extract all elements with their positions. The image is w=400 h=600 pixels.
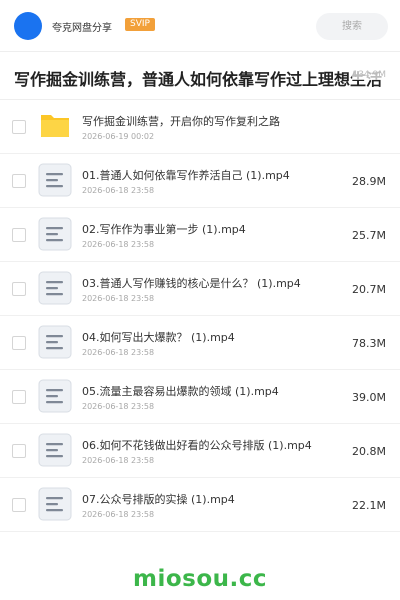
folder-row[interactable]: 写作掘金训练营，开启你的写作复利之路 2026-06-19 00:02 [0,100,400,154]
header: 夸克网盘分享 SVIP 搜索 [0,0,400,52]
row-checkbox[interactable] [12,390,26,404]
file-name: 01.普通人如何依靠写作养活自己 (1).mp4 [82,169,290,182]
document-icon [38,487,72,521]
document-icon [38,379,72,413]
file-name: 07.公众号排版的实操 (1).mp4 [82,493,235,506]
file-date: 2026-06-18 23:58 [82,402,155,411]
document-icon [38,163,72,197]
file-list: 写作掘金训练营，开启你的写作复利之路 2026-06-19 00:02 01.普通人… [0,100,400,532]
row-checkbox[interactable] [12,120,26,134]
file-size: 25.7M [352,229,386,242]
document-icon [38,433,72,467]
row-checkbox[interactable] [12,336,26,350]
file-name: 02.写作作为事业第一步 (1).mp4 [82,223,246,236]
file-row[interactable]: 01.普通人如何依靠写作养活自己 (1).mp4 2026-06-18 23:58… [0,154,400,208]
file-date: 2026-06-18 23:58 [82,348,155,357]
watermark: miosou.cc [132,566,268,592]
avatar[interactable] [14,12,42,40]
file-date: 2026-06-18 23:58 [82,186,155,195]
file-date: 2026-06-18 23:58 [82,456,155,465]
file-size: 28.9M [352,175,386,188]
file-name: 06.如何不花钱做出好看的公众号排版 (1).mp4 [82,439,312,452]
search-button[interactable]: 搜索 [316,13,388,40]
file-name: 03.普通人写作赚钱的核心是什么？ (1).mp4 [82,277,301,290]
folder-title-bar: 写作掘金训练营，普通人如何依靠写作过上理想生活 134.9M [0,52,400,100]
row-checkbox[interactable] [12,282,26,296]
file-row[interactable]: 03.普通人写作赚钱的核心是什么？ (1).mp4 2026-06-18 23:5… [0,262,400,316]
file-size: 20.8M [352,445,386,458]
file-row[interactable]: 06.如何不花钱做出好看的公众号排版 (1).mp4 2026-06-18 23:… [0,424,400,478]
file-name: 04.如何写出大爆款？ (1).mp4 [82,331,235,344]
file-date: 2026-06-18 23:58 [82,294,155,303]
row-checkbox[interactable] [12,174,26,188]
file-size: 22.1M [352,499,386,512]
file-row[interactable]: 04.如何写出大爆款？ (1).mp4 2026-06-18 23:58 78.3M [0,316,400,370]
file-name: 05.流量主最容易出爆款的领域 (1).mp4 [82,385,279,398]
file-row[interactable]: 02.写作作为事业第一步 (1).mp4 2026-06-18 23:58 25.7… [0,208,400,262]
file-date: 2026-06-19 00:02 [82,132,155,141]
folder-icon [38,109,72,143]
file-date: 2026-06-18 23:58 [82,240,155,249]
file-row[interactable]: 05.流量主最容易出爆款的领域 (1).mp4 2026-06-18 23:58 3… [0,370,400,424]
file-row[interactable]: 07.公众号排版的实操 (1).mp4 2026-06-18 23:58 22.1M [0,478,400,532]
row-checkbox[interactable] [12,228,26,242]
document-icon [38,325,72,359]
file-size: 78.3M [352,337,386,350]
document-icon [38,271,72,305]
row-checkbox[interactable] [12,444,26,458]
document-icon [38,217,72,251]
page-title: 写作掘金训练营，普通人如何依靠写作过上理想生活 [14,70,383,89]
total-size: 134.9M [352,70,386,80]
username: 夸克网盘分享 [52,23,112,34]
row-checkbox[interactable] [12,498,26,512]
file-size: 39.0M [352,391,386,404]
file-date: 2026-06-18 23:58 [82,510,155,519]
svip-badge: SVIP [125,18,155,31]
file-size: 20.7M [352,283,386,296]
file-name: 写作掘金训练营，开启你的写作复利之路 [82,115,280,128]
